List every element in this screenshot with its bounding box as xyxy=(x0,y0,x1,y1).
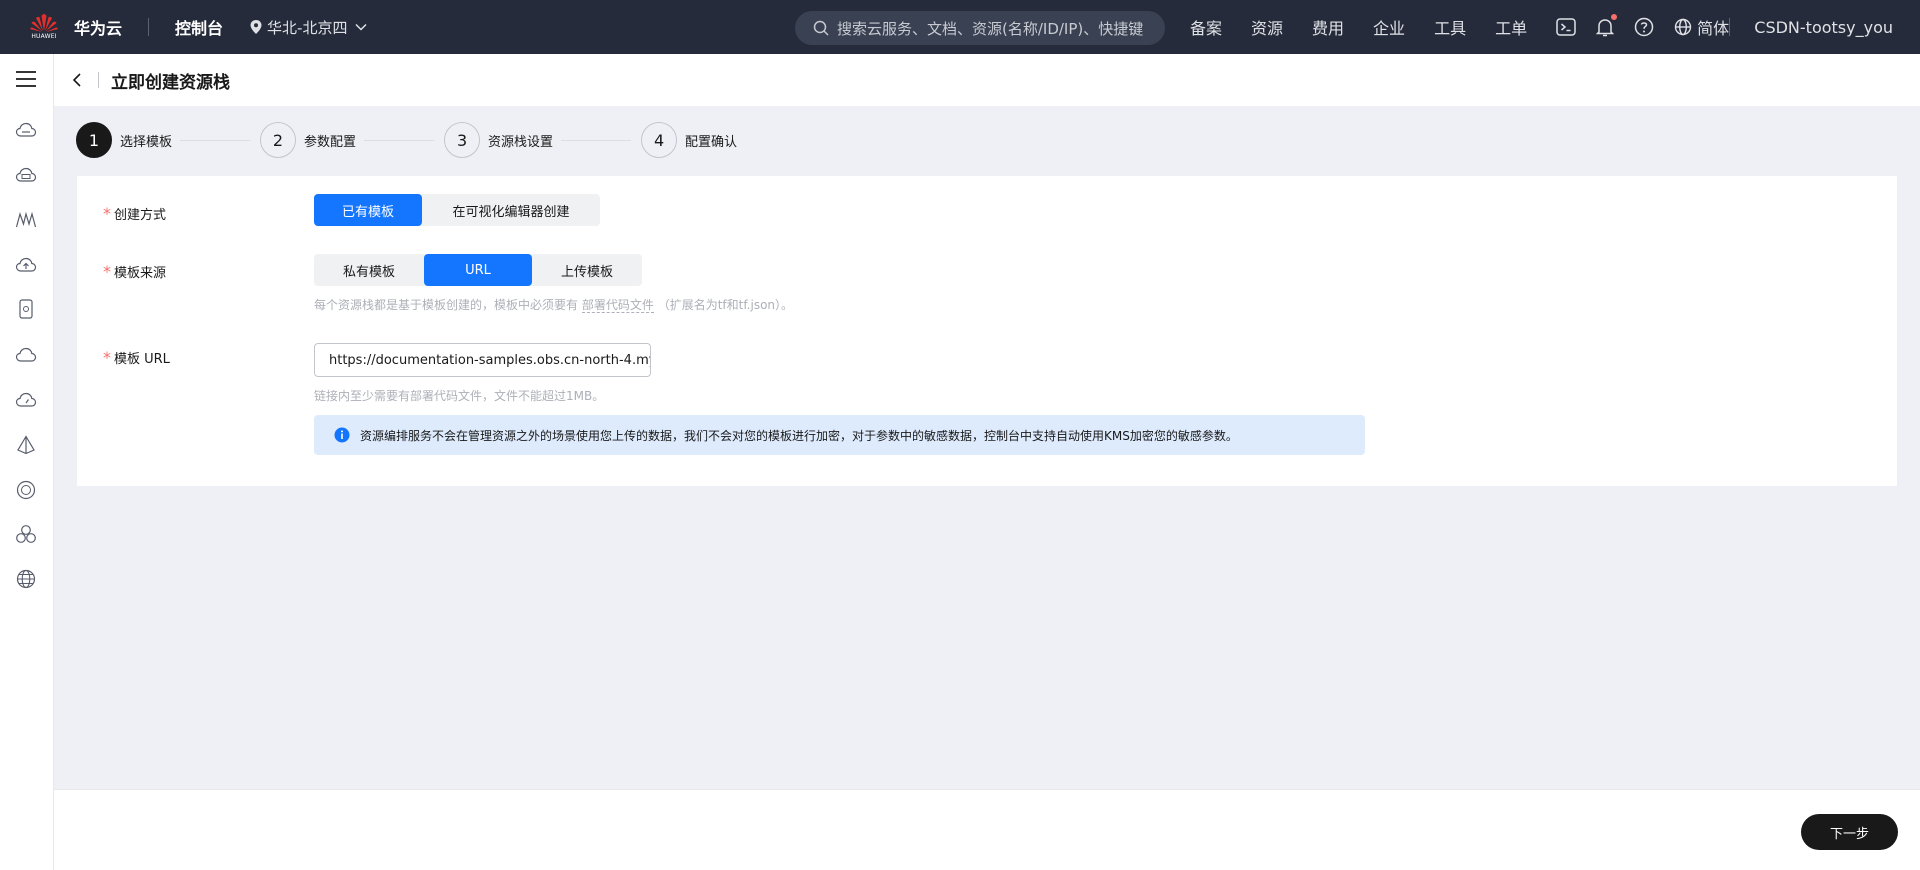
user-menu[interactable]: CSDN-tootsy_you xyxy=(1729,0,1893,54)
left-sidebar xyxy=(0,54,54,870)
info-notice: 资源编排服务不会在管理资源之外的场景使用您上传的数据，我们不会对您的模板进行加密… xyxy=(314,415,1365,455)
template-source-switch: 私有模板 URL 上传模板 xyxy=(314,254,642,286)
required-asterisk: * xyxy=(103,203,111,223)
nav-item-tools[interactable]: 工具 xyxy=(1434,15,1466,39)
huawei-flower-icon xyxy=(30,14,58,32)
chevron-down-icon xyxy=(355,23,367,31)
step-1-number: 1 xyxy=(76,122,112,158)
server-icon[interactable] xyxy=(14,163,38,187)
template-source-hint: 每个资源栈都是基于模板创建的，模板中必须要有 部署代码文件 （扩展名为tf和tf… xyxy=(314,296,793,313)
step-2-label: 参数配置 xyxy=(304,134,357,150)
nav-item-beian[interactable]: 备案 xyxy=(1190,15,1222,39)
hint-prefix: 每个资源栈都是基于模板创建的，模板中必须要有 xyxy=(314,298,579,312)
required-asterisk: * xyxy=(103,261,111,281)
template-url-label: * 模板 URL xyxy=(103,348,170,367)
step-3-label: 资源栈设置 xyxy=(488,134,554,150)
creation-method-label: * 创建方式 xyxy=(103,204,166,223)
cloud-shell-icon[interactable] xyxy=(1556,18,1576,36)
template-url-text: 模板 URL xyxy=(114,352,170,367)
divider xyxy=(1729,18,1731,36)
nav-item-billing[interactable]: 费用 xyxy=(1312,15,1344,39)
footer-bar: 下一步 xyxy=(54,789,1920,870)
region-selector[interactable]: 华北-北京四 xyxy=(249,17,367,38)
global-search-input[interactable]: 搜索云服务、文档、资源(名称/ID/IP)、快捷键 xyxy=(795,11,1165,45)
deploy-code-file-link[interactable]: 部署代码文件 xyxy=(581,298,654,313)
step-4: 4 配置确认 xyxy=(641,122,737,158)
search-icon xyxy=(813,20,829,36)
logo-text: HUAWEI xyxy=(31,33,57,40)
page-header: 立即创建资源栈 xyxy=(54,54,1920,106)
nav-item-tickets[interactable]: 工单 xyxy=(1495,15,1527,39)
cloud-gauge-icon[interactable] xyxy=(14,388,38,412)
step-4-number: 4 xyxy=(641,122,678,158)
cloud-outline-icon[interactable] xyxy=(14,343,38,367)
info-icon xyxy=(334,427,350,443)
step-2: 2 参数配置 xyxy=(260,122,356,158)
step-3-number: 3 xyxy=(444,122,481,158)
option-private-template[interactable]: 私有模板 xyxy=(314,254,424,286)
help-icon[interactable] xyxy=(1634,17,1654,37)
globe-network-icon[interactable] xyxy=(14,567,38,591)
option-visual-editor[interactable]: 在可视化编辑器创建 xyxy=(422,194,600,226)
step-indicator: 1 选择模板 2 参数配置 3 资源栈设置 4 配置确认 xyxy=(76,122,737,158)
phone-icon[interactable] xyxy=(14,297,38,321)
nav-item-resources[interactable]: 资源 xyxy=(1251,15,1283,39)
option-existing-template[interactable]: 已有模板 xyxy=(314,194,422,226)
divider xyxy=(98,72,99,88)
notification-dot xyxy=(1611,14,1618,20)
creation-method-switch: 已有模板 在可视化编辑器创建 xyxy=(314,194,600,226)
option-url[interactable]: URL xyxy=(424,254,532,286)
cluster-icon[interactable] xyxy=(14,522,38,546)
top-nav: 备案 资源 费用 企业 工具 工单 简体 xyxy=(1190,0,1729,54)
option-upload-template[interactable]: 上传模板 xyxy=(532,254,642,286)
required-asterisk: * xyxy=(103,347,111,367)
template-form-card: * 创建方式 已有模板 在可视化编辑器创建 * 模板来源 私有模板 URL 上传… xyxy=(77,176,1897,486)
globe-icon xyxy=(1674,18,1692,36)
step-connector xyxy=(180,139,251,141)
template-url-hint: 链接内至少需要有部署代码文件，文件不能超过1MB。 xyxy=(314,389,605,403)
step-3: 3 资源栈设置 xyxy=(444,122,553,158)
page-title: 立即创建资源栈 xyxy=(111,72,230,93)
next-step-button[interactable]: 下一步 xyxy=(1801,814,1898,850)
location-pin-icon xyxy=(250,20,262,34)
template-source-label: * 模板来源 xyxy=(103,262,166,281)
nav-item-enterprise[interactable]: 企业 xyxy=(1373,15,1405,39)
user-name: CSDN-tootsy_you xyxy=(1754,17,1893,37)
step-connector xyxy=(364,139,435,141)
step-connector xyxy=(561,139,632,141)
step-1-label: 选择模板 xyxy=(120,134,173,150)
pyramid-icon[interactable] xyxy=(14,433,38,457)
bell-icon[interactable] xyxy=(1596,14,1618,37)
divider xyxy=(148,18,150,36)
language-selector[interactable]: 简体 xyxy=(1674,15,1729,39)
language-label: 简体 xyxy=(1697,19,1730,38)
search-placeholder: 搜索云服务、文档、资源(名称/ID/IP)、快捷键 xyxy=(837,19,1144,38)
main-content: 1 选择模板 2 参数配置 3 资源栈设置 4 配置确认 * 创建方式 已有模板… xyxy=(54,106,1920,789)
step-4-label: 配置确认 xyxy=(685,134,738,150)
back-arrow-icon[interactable] xyxy=(72,72,82,88)
brand-name[interactable]: 华为云 xyxy=(74,15,122,39)
template-source-text: 模板来源 xyxy=(114,266,167,281)
step-2-number: 2 xyxy=(260,122,297,158)
huawei-logo[interactable]: HUAWEI xyxy=(24,14,64,40)
creation-method-text: 创建方式 xyxy=(114,208,167,223)
cloud-icon[interactable] xyxy=(14,118,38,142)
hamburger-menu-icon[interactable] xyxy=(15,70,37,92)
top-navigation-bar: HUAWEI 华为云 控制台 华北-北京四 搜索云服务、文档、资源(名称/ID/… xyxy=(0,0,1920,54)
template-url-input[interactable]: https://documentation-samples.obs.cn-nor… xyxy=(314,343,651,377)
step-1: 1 选择模板 xyxy=(76,122,172,158)
console-link[interactable]: 控制台 xyxy=(175,15,223,39)
ip-icon[interactable] xyxy=(14,478,38,502)
region-label: 华北-北京四 xyxy=(267,18,348,37)
hint-suffix: （扩展名为tf和tf.json）。 xyxy=(657,298,794,312)
mountain-icon[interactable] xyxy=(14,208,38,232)
notice-text: 资源编排服务不会在管理资源之外的场景使用您上传的数据，我们不会对您的模板进行加密… xyxy=(360,428,1238,443)
cloud-upload-icon[interactable] xyxy=(14,253,38,277)
